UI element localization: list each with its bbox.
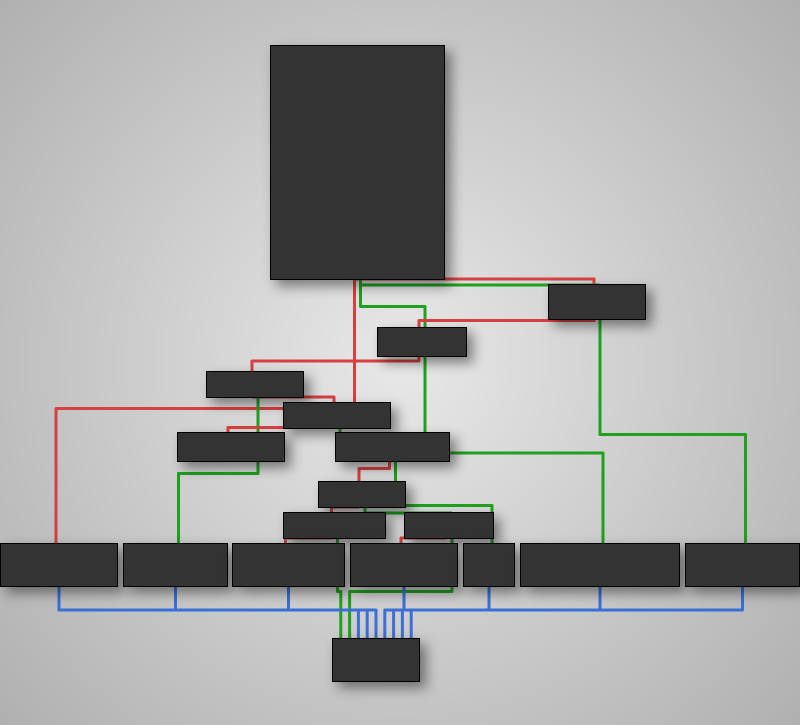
edge-r1b-to-r2a-red — [252, 357, 419, 371]
node-leaf1[interactable] — [0, 543, 118, 587]
node-r3a[interactable] — [177, 432, 285, 462]
node-r4[interactable] — [318, 481, 406, 508]
node-r3b[interactable] — [335, 432, 450, 462]
node-r2b[interactable] — [283, 402, 391, 429]
node-sink[interactable] — [332, 638, 420, 682]
node-root[interactable] — [270, 45, 445, 280]
diagram-canvas — [0, 0, 800, 725]
edge-leaf6-to-sink-blue — [402, 587, 600, 638]
node-leaf4[interactable] — [350, 543, 458, 587]
node-leaf7[interactable] — [685, 543, 800, 587]
node-leaf6[interactable] — [520, 543, 680, 587]
node-r2a[interactable] — [206, 371, 304, 398]
node-leaf3[interactable] — [232, 543, 345, 587]
edge-leaf1-to-sink-blue — [59, 587, 358, 638]
edge-leaf2-to-sink-blue — [176, 587, 368, 638]
node-r1b[interactable] — [377, 327, 467, 357]
node-r5a[interactable] — [283, 512, 386, 539]
node-r1a[interactable] — [548, 284, 646, 320]
edge-root-to-r1b-green — [361, 280, 426, 327]
edge-r1a-to-r1b-red — [419, 320, 594, 327]
edge-r1a-to-leaf7-green — [600, 320, 746, 543]
edge-r3b-to-r4-red — [359, 462, 390, 481]
node-r5b[interactable] — [404, 512, 494, 539]
edge-leaf3-to-sink-blue — [289, 587, 377, 638]
node-leaf5[interactable] — [463, 543, 515, 587]
edge-leaf4-to-sink-blue — [385, 587, 404, 638]
edge-leaf5-to-sink-blue — [394, 587, 489, 638]
node-leaf2[interactable] — [123, 543, 228, 587]
edge-r2a-to-leaf2-green — [179, 398, 259, 543]
edge-leaf7-to-sink-blue — [411, 587, 742, 638]
